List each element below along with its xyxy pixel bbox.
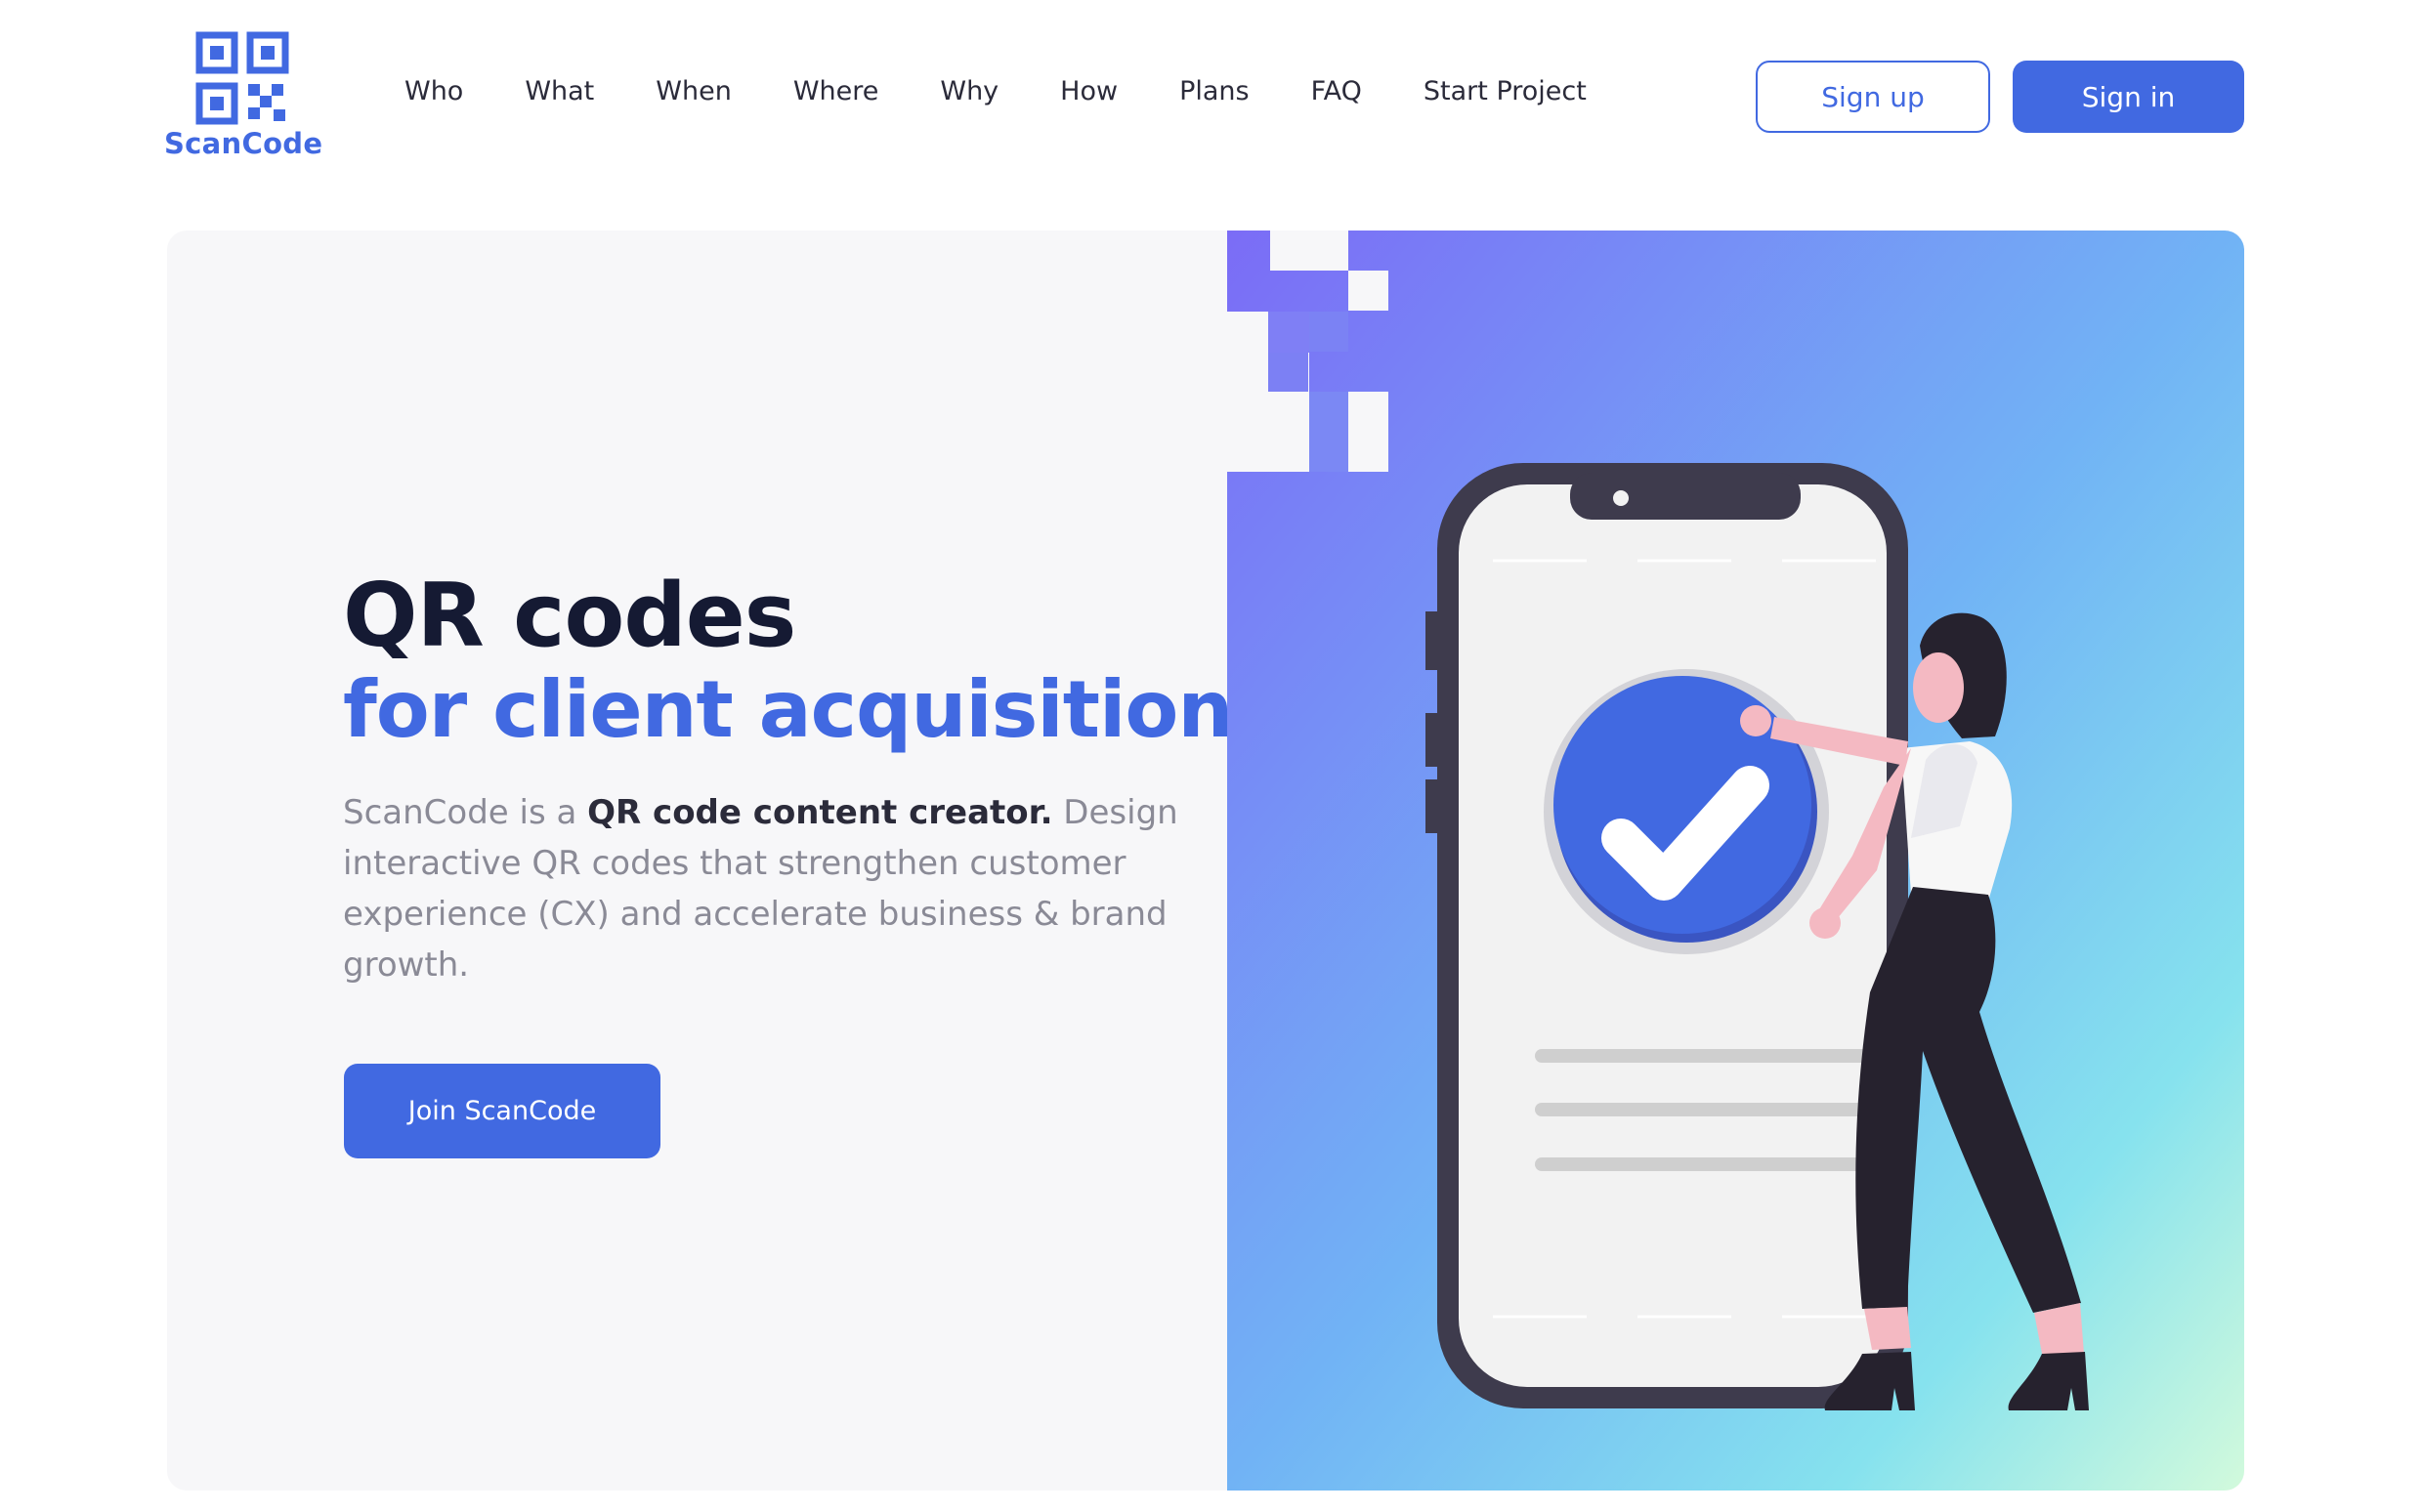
- hero-section: QR codes for client acquisition ScanCode…: [167, 231, 2244, 1491]
- sign-in-button[interactable]: Sign in: [2013, 61, 2244, 133]
- hero-description-bold: QR code content creator.: [587, 793, 1053, 832]
- main-nav: Who What When Where Why How Plans FAQ St…: [404, 76, 1648, 106]
- nav-item-how[interactable]: How: [1060, 76, 1118, 106]
- nav-item-plans[interactable]: Plans: [1179, 76, 1250, 106]
- nav-item-start-project[interactable]: Start Project: [1424, 76, 1587, 106]
- illustration-canvas: [1227, 231, 2244, 1491]
- nav-item-who[interactable]: Who: [404, 76, 463, 106]
- nav-item-where[interactable]: Where: [793, 76, 879, 106]
- qr-code-icon: [195, 31, 289, 125]
- logo[interactable]: ScanCode: [164, 31, 323, 160]
- hero-illustration: [1227, 231, 2244, 1491]
- hero-description-prefix: ScanCode is a: [343, 793, 588, 832]
- logo-text: ScanCode: [164, 127, 323, 160]
- hero-description: ScanCode is a QR code content creator. D…: [343, 787, 1183, 990]
- check-circle-icon: [1544, 669, 1829, 954]
- hero-title: QR codes: [343, 565, 796, 667]
- nav-item-faq[interactable]: FAQ: [1311, 76, 1362, 106]
- header: ScanCode Who What When Where Why How Pla…: [0, 0, 2423, 195]
- sign-up-button[interactable]: Sign up: [1756, 61, 1990, 133]
- join-scancode-button[interactable]: Join ScanCode: [344, 1064, 660, 1158]
- nav-item-what[interactable]: What: [525, 76, 594, 106]
- nav-item-when[interactable]: When: [656, 76, 732, 106]
- hero-subtitle: for client acquisition: [343, 664, 1233, 755]
- hero-text-panel: QR codes for client acquisition ScanCode…: [167, 231, 1233, 1491]
- nav-item-why[interactable]: Why: [940, 76, 999, 106]
